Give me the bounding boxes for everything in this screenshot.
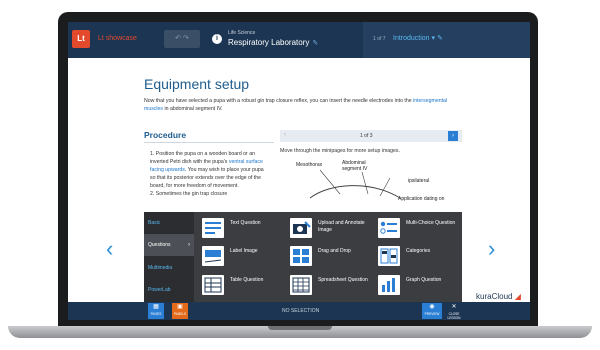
bottom-bar: ▦ PAGES ▣ PANELS NO SELECTION ◉ PREVIEW … (68, 302, 530, 320)
prev-page-chevron-icon[interactable]: ‹ (106, 236, 113, 262)
section-title[interactable]: Introduction ▾ ✎ (393, 34, 443, 42)
category-basic[interactable]: Basic (144, 212, 194, 234)
brand-logo: kuraCloud ◢ (476, 292, 521, 301)
pupa-illustration (309, 169, 401, 199)
close-label: CLOSE LESSON (447, 312, 461, 320)
panels-label: PANELS (173, 312, 187, 316)
pager-prev-button[interactable]: ‹ (284, 132, 286, 138)
panels-button[interactable]: ▣ PANELS (172, 303, 188, 319)
tile-graph-question[interactable]: Graph Question (374, 272, 462, 298)
minipage-pager: ‹ 1 of 3 › (280, 130, 462, 142)
procedure-heading: Procedure (144, 130, 187, 140)
tile-drag-drop[interactable]: Drag and Drop (286, 243, 374, 269)
tile-label: Spreadsheet Question (318, 277, 368, 283)
tile-label: Label Image (230, 248, 258, 254)
section-title-text: Introduction (393, 35, 430, 42)
app-name[interactable]: Lt showcase (98, 35, 137, 42)
brand-mark-icon: ◢ (514, 292, 521, 301)
lesson-title-text: Respiratory Laboratory (228, 38, 310, 47)
pages-icon: ▦ (153, 304, 159, 310)
top-bar: Lt Lt showcase ↶ ↷ i Life Science Respir… (68, 22, 530, 58)
table-question-icon (202, 275, 224, 295)
pages-label: PAGES (150, 312, 162, 316)
text-question-icon (202, 218, 224, 238)
tile-multi-choice[interactable]: Multi-Choice Question (374, 215, 462, 241)
pager-next-button[interactable]: › (448, 131, 458, 141)
pupa-diagram: Mesothorax Abdominal segment IV ipsilate… (280, 158, 462, 218)
spreadsheet-icon (290, 275, 312, 295)
tile-label: Drag and Drop (318, 248, 351, 254)
graph-question-icon (378, 275, 400, 295)
multi-choice-icon (378, 218, 400, 238)
tile-upload-annotate[interactable]: Upload and Annotate Image (286, 215, 374, 241)
tile-label: Text Question (230, 220, 261, 226)
tile-spreadsheet[interactable]: Spreadsheet Question (286, 272, 374, 298)
tile-label: Multi-Choice Question (406, 220, 456, 226)
section-navigator[interactable]: 1 of 7 Introduction ▾ ✎ (363, 22, 530, 58)
drag-drop-icon (290, 246, 312, 266)
intro-text: Now that you have selected a pupa with a… (144, 98, 412, 104)
tile-label-image[interactable]: Label Image (198, 243, 286, 269)
panels-icon: ▣ (177, 304, 183, 310)
category-questions[interactable]: Questions › (144, 234, 194, 256)
camera-pencil-icon (290, 218, 312, 238)
pages-button[interactable]: ▦ PAGES (148, 303, 164, 319)
categories-icon (378, 246, 400, 266)
selection-status: NO SELECTION (282, 308, 320, 314)
intro-tail: in abdominal segment IV. (163, 106, 223, 112)
laptop-notch (268, 326, 332, 330)
close-icon: ✕ (451, 304, 457, 310)
category-multimedia[interactable]: Multimedia (144, 257, 194, 279)
step-2-text: 2. Sometimes the gin trap closure (150, 191, 228, 197)
brand-text: kuraCloud (476, 292, 513, 301)
app-screen: Lt Lt showcase ↶ ↷ i Life Science Respir… (68, 22, 530, 320)
content-palette: Basic Questions › Multimedia PowerLab Tex… (144, 212, 462, 302)
heading-divider (144, 142, 274, 143)
close-lesson-button[interactable]: ✕ CLOSE LESSON (444, 303, 464, 320)
pager-caption: Move through the minipages for more setu… (280, 148, 400, 154)
category-label: Questions (148, 242, 171, 248)
tile-label: Categories (406, 248, 431, 254)
intro-paragraph: Now that you have selected a pupa with a… (144, 97, 464, 113)
label-image-icon (202, 246, 224, 266)
breadcrumb-parent: Life Science (228, 30, 256, 36)
procedure-steps: 1. Position the pupa on a wooden board o… (150, 150, 268, 198)
preview-label: PREVIEW (424, 312, 440, 316)
lesson-title: Respiratory Laboratory ✎ (228, 38, 318, 47)
next-page-chevron-icon[interactable]: › (488, 236, 495, 262)
tile-label: Table Question (230, 277, 264, 283)
tile-text-question[interactable]: Text Question (198, 215, 286, 241)
palette-categories: Basic Questions › Multimedia PowerLab (144, 212, 194, 302)
pencil-icon[interactable]: ✎ (312, 40, 318, 47)
preview-button[interactable]: ◉ PREVIEW (422, 303, 442, 319)
pager-count: 1 of 3 (360, 133, 373, 139)
category-label: Multimedia (148, 265, 173, 271)
info-icon[interactable]: i (212, 34, 222, 44)
tile-label: Upload and Annotate Image (318, 220, 365, 233)
undo-redo-buttons[interactable]: ↶ ↷ (164, 30, 200, 48)
category-label: Basic (148, 220, 161, 226)
category-label: PowerLab (148, 287, 171, 293)
chevron-right-icon: › (188, 242, 190, 248)
tile-table-question[interactable]: Table Question (198, 272, 286, 298)
app-logo[interactable]: Lt (72, 30, 90, 48)
category-powerlab[interactable]: PowerLab (144, 279, 194, 301)
section-count: 1 of 7 (373, 36, 386, 42)
page-title: Equipment setup (144, 76, 250, 92)
tile-label: Graph Question (406, 277, 442, 283)
eye-icon: ◉ (429, 304, 435, 310)
tile-categories[interactable]: Categories (374, 243, 462, 269)
stage: Lt Lt showcase ↶ ↷ i Life Science Respir… (0, 0, 600, 350)
